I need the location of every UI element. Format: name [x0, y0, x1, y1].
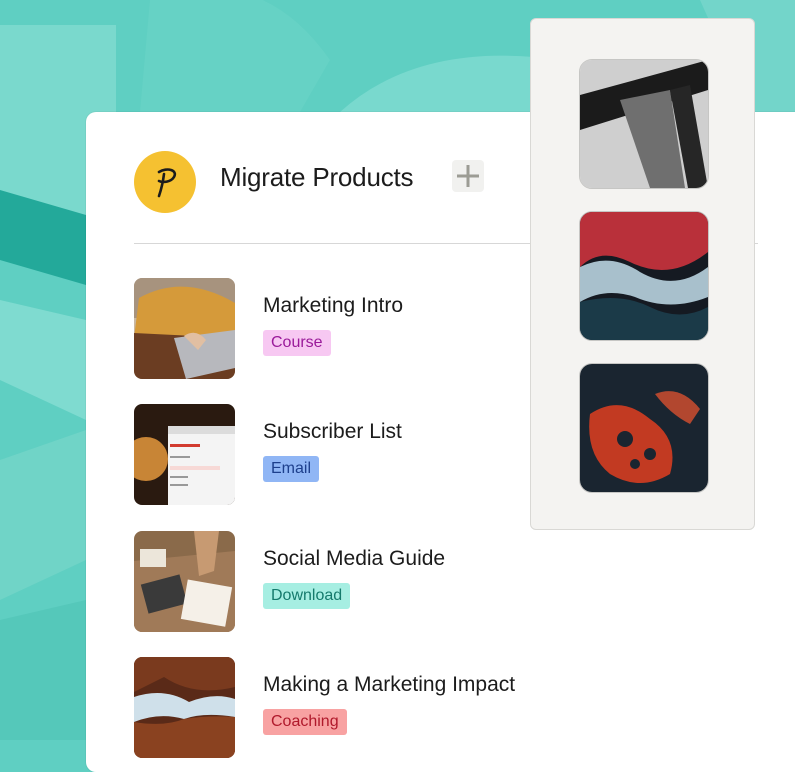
product-title: Marketing Intro: [263, 294, 404, 317]
thumbnail-option-fluid-red-blue[interactable]: [579, 211, 709, 341]
thumbnail-picker-panel: [530, 18, 755, 530]
product-type-tag: Email: [263, 456, 320, 482]
product-title: Social Media Guide: [263, 547, 446, 570]
product-thumbnail: [134, 531, 235, 632]
product-title: Making a Marketing Impact: [263, 673, 516, 696]
page-title: Migrate Products: [220, 162, 414, 192]
product-thumbnail: [134, 657, 235, 758]
thumbnail-option-orange-cells[interactable]: [579, 363, 709, 493]
product-type-tag: Download: [263, 583, 351, 609]
product-item-making-a-marketing-impact[interactable]: Making a Marketing Impact Coaching: [134, 657, 574, 759]
product-type-tag: Coaching: [263, 709, 347, 735]
product-thumbnail: [134, 404, 235, 505]
podia-logo-icon: [134, 151, 196, 213]
product-item-subscriber-list[interactable]: Subscriber List Email: [134, 404, 574, 506]
product-type-tag: Course: [263, 330, 331, 356]
add-product-button[interactable]: [452, 160, 484, 192]
thumbnail-option-abstract-gray[interactable]: [579, 59, 709, 189]
product-thumbnail: [134, 278, 235, 379]
product-item-social-media-guide[interactable]: Social Media Guide Download: [134, 531, 574, 633]
product-item-marketing-intro[interactable]: Marketing Intro Course: [134, 278, 574, 380]
product-title: Subscriber List: [263, 420, 402, 443]
plus-icon: [457, 165, 479, 187]
